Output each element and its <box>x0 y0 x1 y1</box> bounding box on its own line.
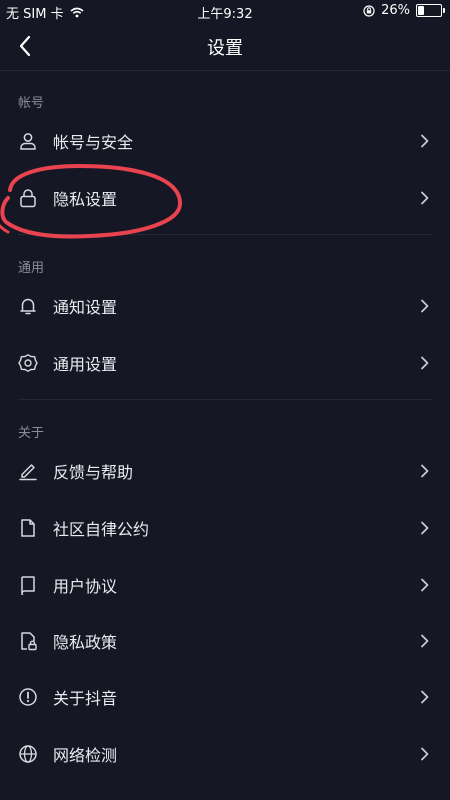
chevron-right-icon <box>421 634 429 648</box>
book-icon <box>21 576 35 595</box>
chevron-right-icon <box>421 690 429 704</box>
lock-icon <box>20 189 36 208</box>
page-title: 设置 <box>207 38 243 59</box>
row-label: 网络检测 <box>53 746 118 765</box>
chevron-right-icon <box>421 521 429 535</box>
gear-icon <box>18 354 38 372</box>
row-account-security[interactable]: 帐号与安全 <box>0 113 450 169</box>
row-network-check[interactable]: 网络检测 <box>0 726 450 782</box>
info-icon <box>19 688 37 706</box>
row-notification-settings[interactable]: 通知设置 <box>0 278 450 334</box>
row-privacy-policy[interactable]: 隐私政策 <box>0 613 450 669</box>
section-header-about: 关于 <box>18 426 45 441</box>
row-label: 隐私政策 <box>53 633 118 652</box>
status-right: 26% <box>363 3 445 18</box>
section-header-general: 通用 <box>18 261 45 276</box>
row-label: 隐私设置 <box>53 190 118 209</box>
chevron-right-icon <box>421 578 429 592</box>
chevron-right-icon <box>421 299 429 313</box>
user-icon <box>20 133 36 150</box>
row-privacy-settings[interactable]: 隐私设置 <box>0 170 450 226</box>
status-bar: 无 SIM 卡 上午9:32 26% <box>0 0 450 22</box>
chevron-right-icon <box>421 191 429 205</box>
battery-icon <box>416 4 445 17</box>
chevron-right-icon <box>421 356 429 370</box>
chevron-right-icon <box>421 747 429 761</box>
row-general-settings[interactable]: 通用设置 <box>0 335 450 391</box>
nav-bar: 设置 <box>0 22 450 71</box>
row-label: 用户协议 <box>53 577 118 596</box>
row-feedback-help[interactable]: 反馈与帮助 <box>0 443 450 499</box>
row-label: 反馈与帮助 <box>53 463 134 482</box>
orientation-lock-icon <box>363 4 375 17</box>
divider <box>18 234 432 235</box>
row-label: 通知设置 <box>53 298 118 317</box>
chevron-right-icon <box>421 134 429 148</box>
chevron-right-icon <box>421 464 429 478</box>
lock-document-icon <box>21 632 37 651</box>
row-about-douyin[interactable]: 关于抖音 <box>0 669 450 725</box>
battery-percent: 26% <box>381 3 410 18</box>
edit-icon <box>19 464 37 481</box>
divider <box>18 399 432 400</box>
section-header-account: 帐号 <box>18 96 45 111</box>
row-user-agreement[interactable]: 用户协议 <box>0 557 450 613</box>
globe-icon <box>19 745 37 763</box>
bell-icon <box>20 298 36 315</box>
row-label: 关于抖音 <box>53 689 118 708</box>
document-icon <box>21 519 35 537</box>
row-community-guidelines[interactable]: 社区自律公约 <box>0 500 450 556</box>
row-label: 社区自律公约 <box>53 520 150 539</box>
row-label: 帐号与安全 <box>53 133 134 152</box>
row-label: 通用设置 <box>53 355 118 374</box>
